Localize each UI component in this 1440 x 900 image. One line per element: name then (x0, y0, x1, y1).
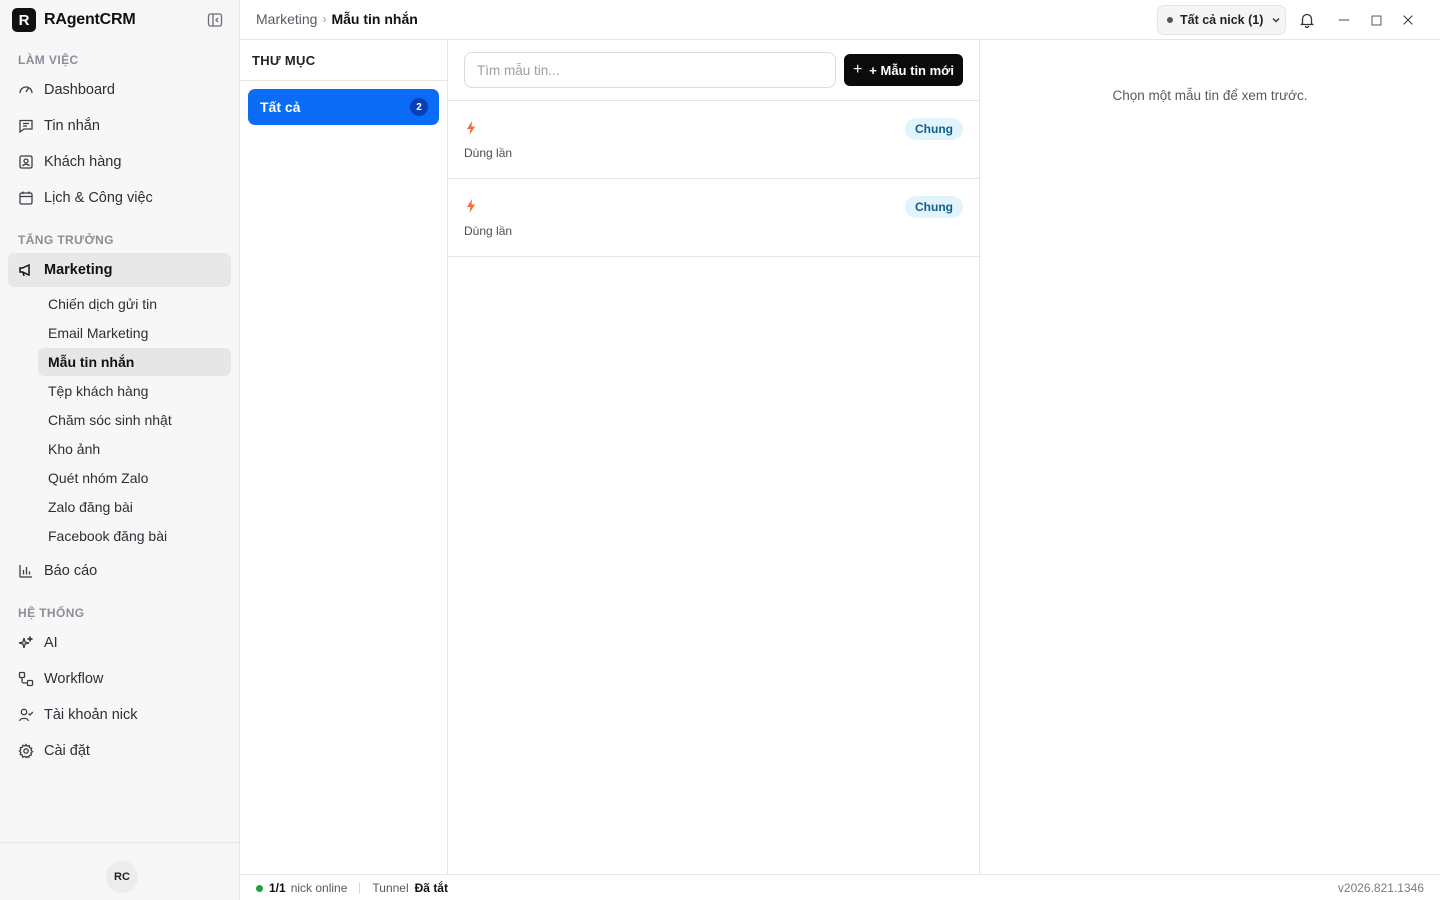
status-bar: 1/1 nick online Tunnel Đã tắt v2026.821.… (240, 874, 1440, 900)
avatar[interactable]: RC (106, 861, 138, 893)
breadcrumb-current: Mẫu tin nhắn (331, 11, 418, 27)
bell-icon[interactable] (1299, 12, 1315, 28)
nav-label: Dashboard (44, 82, 115, 98)
template-search-input[interactable] (464, 52, 836, 88)
new-template-label: + Mẫu tin mới (869, 62, 955, 78)
category-badge: Chung (905, 118, 963, 140)
folder-label: Tất cả (260, 99, 301, 115)
sparkles-icon (18, 635, 34, 651)
category-badge: Chung (905, 196, 963, 218)
chevron-down-icon (1272, 18, 1280, 23)
lightning-icon (467, 121, 475, 135)
workflow-icon (18, 671, 34, 687)
topbar: Marketing › Mẫu tin nhắn Tất cả nick (1) (240, 0, 1440, 40)
nav-label: Tài khoản nick (44, 707, 138, 723)
template-row[interactable]: Chung Dùng lần (448, 179, 979, 257)
nav-messages[interactable]: Tin nhắn (8, 109, 231, 143)
preview-panel: Chọn một mẫu tin để xem trước. (980, 40, 1440, 874)
subnav-campaigns[interactable]: Chiến dịch gửi tin (38, 290, 231, 318)
folder-count-badge: 2 (410, 98, 428, 116)
nav-label: Lịch & Công việc (44, 190, 153, 206)
nav-label: Báo cáo (44, 563, 98, 579)
section-title-growth: TĂNG TRƯỞNG (18, 233, 114, 247)
breadcrumb-parent[interactable]: Marketing (256, 11, 317, 27)
nav-label: AI (44, 635, 58, 651)
section-title-system: HỆ THỐNG (18, 606, 85, 620)
plus-icon: + (852, 61, 863, 78)
status-left: 1/1 nick online Tunnel Đã tắt (256, 881, 448, 895)
nav-dashboard[interactable]: Dashboard (8, 73, 231, 107)
preview-empty-state: Chọn một mẫu tin để xem trước. (1112, 88, 1308, 103)
app-version: v2026.821.1346 (1337, 881, 1424, 895)
online-count: 1/1 (269, 881, 286, 895)
tunnel-label: Tunnel (372, 881, 409, 895)
subnav-birthday-care[interactable]: Chăm sóc sinh nhật (38, 406, 231, 434)
nav-label: Tin nhắn (44, 118, 100, 134)
sidebar-collapse-icon[interactable] (207, 12, 223, 28)
nav-nick-accounts[interactable]: Tài khoản nick (8, 698, 231, 732)
nav-ai[interactable]: AI (8, 626, 231, 660)
subnav-email-marketing[interactable]: Email Marketing (38, 319, 231, 347)
subnav-facebook-post[interactable]: Facebook đăng bài (38, 522, 231, 550)
nav-reports[interactable]: Báo cáo (8, 554, 231, 588)
online-dot-icon (256, 884, 263, 892)
nav-calendar[interactable]: Lịch & Công việc (8, 181, 231, 215)
status-dot-icon (1167, 17, 1173, 23)
breadcrumb: Marketing › Mẫu tin nhắn (256, 11, 418, 27)
subnav-customer-files[interactable]: Tệp khách hàng (38, 377, 231, 405)
gear-icon (18, 743, 34, 759)
minimize-icon[interactable] (1336, 12, 1352, 28)
nav-label: Marketing (44, 262, 113, 278)
app-name: RAgentCRM (44, 11, 136, 28)
calendar-icon (18, 190, 34, 206)
megaphone-icon (18, 262, 34, 278)
contact-icon (18, 154, 34, 170)
nav-label: Cài đặt (44, 743, 90, 759)
section-title-work: LÀM VIỆC (18, 53, 79, 67)
folder-item-all[interactable]: Tất cả 2 (248, 89, 439, 125)
nick-selector-label: Tất cả nick (1) (1180, 13, 1264, 27)
template-toolbar: + + Mẫu tin mới (448, 40, 979, 101)
subnav-zalo-group-scan[interactable]: Quét nhóm Zalo (38, 464, 231, 492)
close-icon[interactable] (1400, 12, 1416, 28)
chevron-right-icon: › (322, 12, 327, 26)
nav-marketing[interactable]: Marketing (8, 253, 231, 287)
folder-panel-title: THƯ MỤC (240, 40, 447, 81)
usage-count: Dùng lần (464, 146, 513, 160)
nav-workflow[interactable]: Workflow (8, 662, 231, 696)
usage-count: Dùng lần (464, 224, 513, 238)
nav-settings[interactable]: Cài đặt (8, 734, 231, 768)
divider (359, 882, 361, 894)
sidebar: R RAgentCRM LÀM VIỆC Dashboard Tin nhắn … (0, 0, 240, 900)
template-list-panel: + + Mẫu tin mới Chung Dùng lần Chung Dùn… (448, 40, 980, 874)
app-logo: R (12, 8, 36, 32)
new-template-button[interactable]: + + Mẫu tin mới (844, 54, 963, 86)
gauge-icon (18, 82, 34, 98)
subnav-image-library[interactable]: Kho ảnh (38, 435, 231, 463)
subnav-zalo-post[interactable]: Zalo đăng bài (38, 493, 231, 521)
nav-customers[interactable]: Khách hàng (8, 145, 231, 179)
message-icon (18, 118, 34, 134)
template-row[interactable]: Chung Dùng lần (448, 101, 979, 179)
brand[interactable]: R RAgentCRM (12, 8, 136, 32)
tunnel-status: Đã tắt (414, 881, 448, 895)
lightning-icon (467, 199, 475, 213)
subnav-message-templates[interactable]: Mẫu tin nhắn (38, 348, 231, 376)
user-check-icon (18, 707, 34, 723)
bar-chart-icon (18, 563, 34, 579)
nav-label: Khách hàng (44, 154, 122, 170)
sidebar-footer: RC (0, 842, 239, 900)
online-label: nick online (290, 881, 348, 895)
nick-selector[interactable]: Tất cả nick (1) (1157, 5, 1286, 35)
folder-panel: THƯ MỤC Tất cả 2 (240, 40, 448, 874)
maximize-icon[interactable] (1368, 12, 1384, 28)
nav-label: Workflow (44, 671, 104, 687)
